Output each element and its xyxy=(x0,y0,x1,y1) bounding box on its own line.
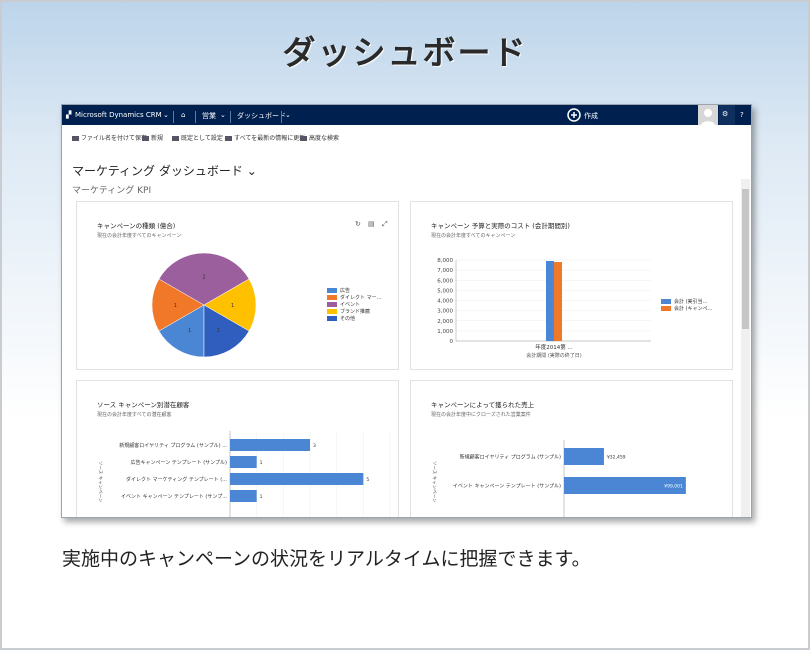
data-label: 1 xyxy=(260,494,263,500)
bar-mark xyxy=(230,456,257,468)
data-label: 1 xyxy=(260,460,263,466)
dynamics-logo-icon: ▞ xyxy=(66,111,72,119)
y-tick-label: 7,000 xyxy=(437,268,453,274)
bar-mark xyxy=(230,490,257,502)
bar-mark xyxy=(230,439,310,451)
save-as-button[interactable]: ファイル名を付けて保存 xyxy=(72,133,147,142)
scrollbar-thumb[interactable] xyxy=(742,189,749,329)
y-tick-label: イベント キャンペーン テンプレート (サンプ... xyxy=(121,494,227,500)
nav-bar: ▞ Microsoft Dynamics CRM ⌄ ⌂ 営業 ⌄ ダッシュボー… xyxy=(62,105,751,125)
y-tick-label: 3,000 xyxy=(437,309,453,315)
budget-bar-chart: 0 1,000 2,000 3,000 4,000 5,000 6,000 7,000 8,00… xyxy=(437,258,651,359)
vertical-scrollbar[interactable] xyxy=(741,179,750,517)
app-chevron-icon[interactable]: ⌄ xyxy=(163,111,169,119)
app-name[interactable]: Microsoft Dynamics CRM xyxy=(75,111,162,119)
panel-campaign-types: キャンペーンの種類 (億合) 現在の会計年度すべてのキャンペーン ↻ ▤ ⤢ 1… xyxy=(76,201,399,370)
y-tick-label: イベント キャンペーン テンプレート (サンプル) xyxy=(453,484,561,490)
revenue-bar-chart: ソース キャンペーン 新規顧客ロイヤリティ プログラム (サンプル) ¥32,459… xyxy=(431,440,686,517)
nav-dashboard[interactable]: ダッシュボード xyxy=(237,111,286,121)
data-label: 3 xyxy=(313,443,316,449)
panel-campaign-budget: キャンペーン 予算と実際のコスト (会計期間別) 現在の会計年度すべてのキャンペ… xyxy=(410,201,733,370)
save-icon xyxy=(72,136,79,141)
sales-chevron-icon[interactable]: ⌄ xyxy=(220,111,226,119)
pie-chart: 1 1 2 1 1 xyxy=(151,252,257,358)
create-button[interactable]: 作成 xyxy=(584,111,598,121)
panel-leads-by-campaign: ソース キャンペーン別潜在顧客 現在の会計年度すべての潜在顧客 ソース キャンペ… xyxy=(76,380,399,517)
command-bar: ファイル名を付けて保存 新規 既定として設定 すべてを最新の情報に更新 高度な検… xyxy=(62,127,751,145)
dashboard-subtitle: マーケティング KPI xyxy=(72,186,152,196)
y-tick-label: 新規顧客ロイヤリティ プログラム (サンプル) ... xyxy=(119,442,227,449)
y-tick-label: 新規顧客ロイヤリティ プログラム (サンプル) xyxy=(460,454,561,461)
page-title: ダッシュボード xyxy=(282,33,528,72)
create-icon[interactable] xyxy=(567,108,581,122)
home-icon[interactable]: ⌂ xyxy=(181,111,185,119)
pie-legend: 広告 ダイレクト マー… イベント ブランド推薦 その他 xyxy=(327,287,382,322)
refresh-icon xyxy=(225,136,232,141)
legend-item[interactable]: ブランド推薦 xyxy=(327,308,382,315)
avatar[interactable] xyxy=(698,105,718,125)
caption: 実施中のキャンペーンの状況をリアルタイムに把握できます。 xyxy=(62,548,591,570)
bar-mark xyxy=(564,448,604,465)
data-label: ¥32,459 xyxy=(607,455,626,461)
pie-slice-label: 2 xyxy=(202,274,205,280)
pie-slice-label: 1 xyxy=(231,303,234,309)
x-axis-label: 会計期間 (実際の終了日) xyxy=(526,352,582,359)
y-axis-label: ソース キャンペーン xyxy=(97,461,103,503)
dashboard-selector[interactable]: マーケティング ダッシュボード ⌄ xyxy=(72,162,257,179)
y-tick-label: 0 xyxy=(450,339,454,345)
y-tick-label: 広告キャンペーン テンプレート (サンプル) xyxy=(130,459,227,466)
y-tick-label: 4,000 xyxy=(437,299,453,305)
refresh-all-button[interactable]: すべてを最新の情報に更新 xyxy=(225,133,305,142)
legend-item[interactable]: ダイレクト マー… xyxy=(327,294,382,301)
advanced-find-icon xyxy=(300,136,307,141)
y-tick-label: 2,000 xyxy=(437,319,453,325)
y-axis-label: ソース キャンペーン xyxy=(431,461,437,503)
help-icon[interactable]: ? xyxy=(740,111,744,119)
panel-campaign-revenue: キャンペーンによって獲られた売上 現在の会計年度中にクローズされた営業案件 ソー… xyxy=(410,380,733,517)
default-icon xyxy=(172,136,179,141)
dashboard-dropdown-icon: ⌄ xyxy=(246,164,257,178)
y-tick-label: 1,000 xyxy=(437,329,453,335)
nav-sales[interactable]: 営業 xyxy=(202,111,216,121)
data-label: ¥99,001 xyxy=(664,484,683,490)
leads-bar-chart: ソース キャンペーン 新規顧客ロイヤリティ プログラム (サンプル) ... 3 広告… xyxy=(97,431,391,517)
y-tick-label: 8,000 xyxy=(437,258,453,264)
gear-icon[interactable]: ⚙ xyxy=(722,110,728,118)
dashboard-chevron-icon[interactable]: ⌄ xyxy=(285,111,291,119)
legend-item[interactable]: その他 xyxy=(327,315,382,322)
legend-item[interactable]: 会計 (キャンペ… xyxy=(661,305,713,312)
budget-legend: 会計 (実引当… 会計 (キャンペ… xyxy=(661,298,713,312)
set-default-button[interactable]: 既定として設定 xyxy=(172,133,223,142)
pie-slice-label: 1 xyxy=(217,328,220,334)
new-button[interactable]: 新規 xyxy=(142,133,163,142)
legend-item[interactable]: 広告 xyxy=(327,287,382,294)
new-icon xyxy=(142,136,149,141)
pie-slice-label: 1 xyxy=(188,328,191,334)
bar-mark xyxy=(554,262,562,341)
pie-slice-label: 1 xyxy=(174,303,177,309)
bar-mark xyxy=(546,261,554,341)
advanced-find-button[interactable]: 高度な検索 xyxy=(300,133,339,142)
legend-item[interactable]: イベント xyxy=(327,301,382,308)
y-tick-label: ダイレクト マーケティング テンプレート (... xyxy=(126,476,227,483)
data-label: 5 xyxy=(366,477,369,483)
x-tick-label: 年度2014第 ... xyxy=(535,343,573,351)
legend-item[interactable]: 会計 (実引当… xyxy=(661,298,713,305)
y-tick-label: 5,000 xyxy=(437,288,453,294)
crm-screenshot: ▞ Microsoft Dynamics CRM ⌄ ⌂ 営業 ⌄ ダッシュボー… xyxy=(61,104,752,518)
y-tick-label: 6,000 xyxy=(437,278,453,284)
bar-mark xyxy=(230,473,364,485)
